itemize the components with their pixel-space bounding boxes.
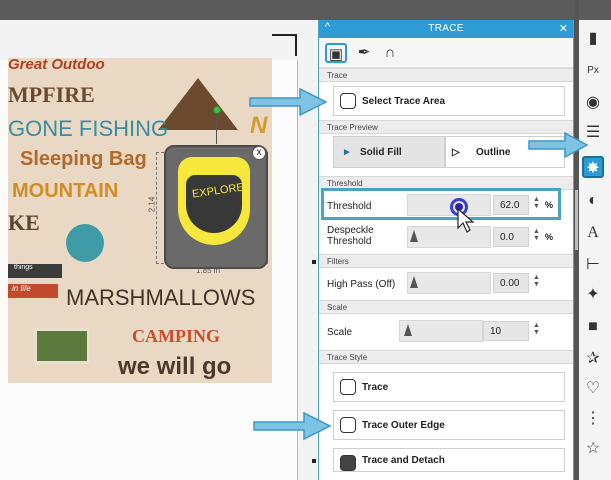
boat-sign-graphic: [34, 328, 90, 364]
rotate-handle[interactable]: [213, 106, 221, 114]
art-text: MPFIRE: [8, 82, 95, 107]
fish-outline-icon: ▷: [452, 147, 460, 158]
callout-arrow-select-area: [249, 87, 328, 117]
highpass-handle[interactable]: [410, 276, 418, 288]
art-text: we will go: [118, 353, 232, 380]
outer-edge-icon: [340, 417, 356, 433]
pixscan-icon[interactable]: Px: [582, 60, 604, 82]
art-text: GONE FISHING: [8, 116, 169, 141]
section-trace-style: Trace Style: [319, 350, 573, 364]
trace-area-icon: [340, 93, 356, 109]
callout-arrow-trace-icon: [528, 131, 589, 159]
page-setup-icon[interactable]: ▮: [582, 28, 604, 50]
section-filters: Filters: [319, 254, 573, 268]
solid-fill-label: Solid Fill: [360, 147, 402, 158]
art-text: Sleeping Bag: [20, 148, 147, 170]
highpass-label: High Pass (Off): [327, 279, 396, 290]
outline-label: Outline: [476, 147, 511, 158]
art-tag: things: [8, 264, 62, 278]
badge-outline: [178, 157, 250, 245]
eyedropper-icon[interactable]: ✒: [353, 43, 375, 63]
dots-icon[interactable]: ⋮: [582, 408, 604, 430]
magnet-icon[interactable]: ∩: [379, 43, 401, 63]
highpass-slider[interactable]: [407, 272, 491, 294]
trace-outer-edge-label: Trace Outer Edge: [362, 420, 445, 431]
scale-spinner[interactable]: ▲ ▼: [533, 322, 540, 336]
trace-tool-row: ▣ ✒ ∩: [319, 38, 573, 68]
panel-header: ^ TRACE ✕: [319, 20, 573, 38]
section-scale: Scale: [319, 300, 573, 314]
panel-title: TRACE: [428, 23, 464, 34]
scrollbar-thumb[interactable]: [575, 190, 578, 250]
select-trace-area-label: Select Trace Area: [362, 96, 446, 107]
right-toolbar: ▮ Px ◉ ☰ ✸ ◐ A ⊢ ✦ ■ ✰ ♡ ⋮ ☆: [574, 20, 611, 480]
close-panel-icon[interactable]: ✕: [559, 22, 568, 35]
art-tag: in life: [8, 284, 58, 298]
section-trace: Trace: [319, 68, 573, 82]
mouse-pointer-icon: [457, 208, 474, 233]
despeckle-handle[interactable]: [410, 230, 418, 242]
trace-button[interactable]: Trace: [333, 372, 565, 402]
contrast-icon[interactable]: ◐: [582, 190, 604, 212]
trace-and-detach-button[interactable]: Trace and Detach: [333, 448, 565, 472]
despeckle-unit: %: [545, 232, 554, 242]
fish-fill-icon: ►: [342, 147, 352, 158]
selected-badge-shape[interactable]: EXPLORE: [164, 145, 268, 269]
scale-label: Scale: [327, 327, 353, 338]
scale-handle[interactable]: [404, 324, 412, 336]
art-text: MARSHMALLOWS: [66, 285, 256, 310]
trace-and-detach-label: Trace and Detach: [362, 455, 445, 466]
heart-icon[interactable]: ♡: [582, 378, 604, 400]
threshold-highlight: [321, 188, 561, 220]
despeckle-label: Despeckle Threshold: [327, 225, 374, 247]
art-text: MOUNTAIN: [12, 180, 119, 202]
shell-graphic: [66, 224, 104, 262]
close-icon[interactable]: x: [252, 146, 266, 160]
despeckle-value[interactable]: 0.0: [493, 227, 529, 247]
star-icon[interactable]: ☆: [582, 438, 604, 460]
trace-mode-icon[interactable]: ▣: [325, 43, 347, 63]
registration-mark: [272, 34, 297, 56]
despeckle-slider[interactable]: [407, 226, 491, 248]
art-text: CAMPING: [132, 326, 220, 346]
trace-outer-edge-button[interactable]: Trace Outer Edge: [333, 410, 565, 440]
text-style-icon[interactable]: A: [582, 222, 604, 244]
art-text: Great Outdoo: [8, 58, 105, 73]
select-trace-area-button[interactable]: Select Trace Area: [333, 86, 565, 116]
align-icon[interactable]: ⊢: [582, 254, 604, 276]
rotate-stem: [216, 112, 217, 144]
trace-style-icon: [340, 379, 356, 395]
scale-slider[interactable]: [399, 320, 483, 342]
fill-palette-icon[interactable]: ◉: [582, 92, 604, 114]
trace-label: Trace: [362, 382, 389, 393]
tent-graphic: [158, 78, 238, 130]
top-bar: [0, 0, 611, 20]
scale-value[interactable]: 10: [483, 321, 529, 341]
detach-icon: [340, 455, 356, 471]
art-text: KE: [8, 210, 40, 235]
screen: Great Outdoo MPFIRE GONE FISHING N Sleep…: [0, 0, 611, 480]
page-edge-marker: [312, 260, 316, 264]
replicate-icon[interactable]: ✦: [582, 284, 604, 306]
callout-arrow-outer-edge: [253, 411, 332, 441]
page-edge-marker: [312, 459, 316, 463]
transform-icon[interactable]: ■: [582, 316, 604, 338]
trace-panel: ^ TRACE ✕ ▣ ✒ ∩ Trace Select Trace Area …: [318, 20, 574, 480]
highpass-value[interactable]: 0.00: [493, 273, 529, 293]
width-dimension: 1.85 in: [196, 266, 221, 275]
height-dimension: 2.14: [147, 196, 157, 213]
highpass-spinner[interactable]: ▲ ▼: [533, 274, 540, 288]
favorite-icon[interactable]: ✰: [582, 348, 604, 370]
despeckle-spinner[interactable]: ▲ ▼: [533, 228, 540, 242]
solid-fill-button[interactable]: ► Solid Fill: [333, 136, 445, 168]
